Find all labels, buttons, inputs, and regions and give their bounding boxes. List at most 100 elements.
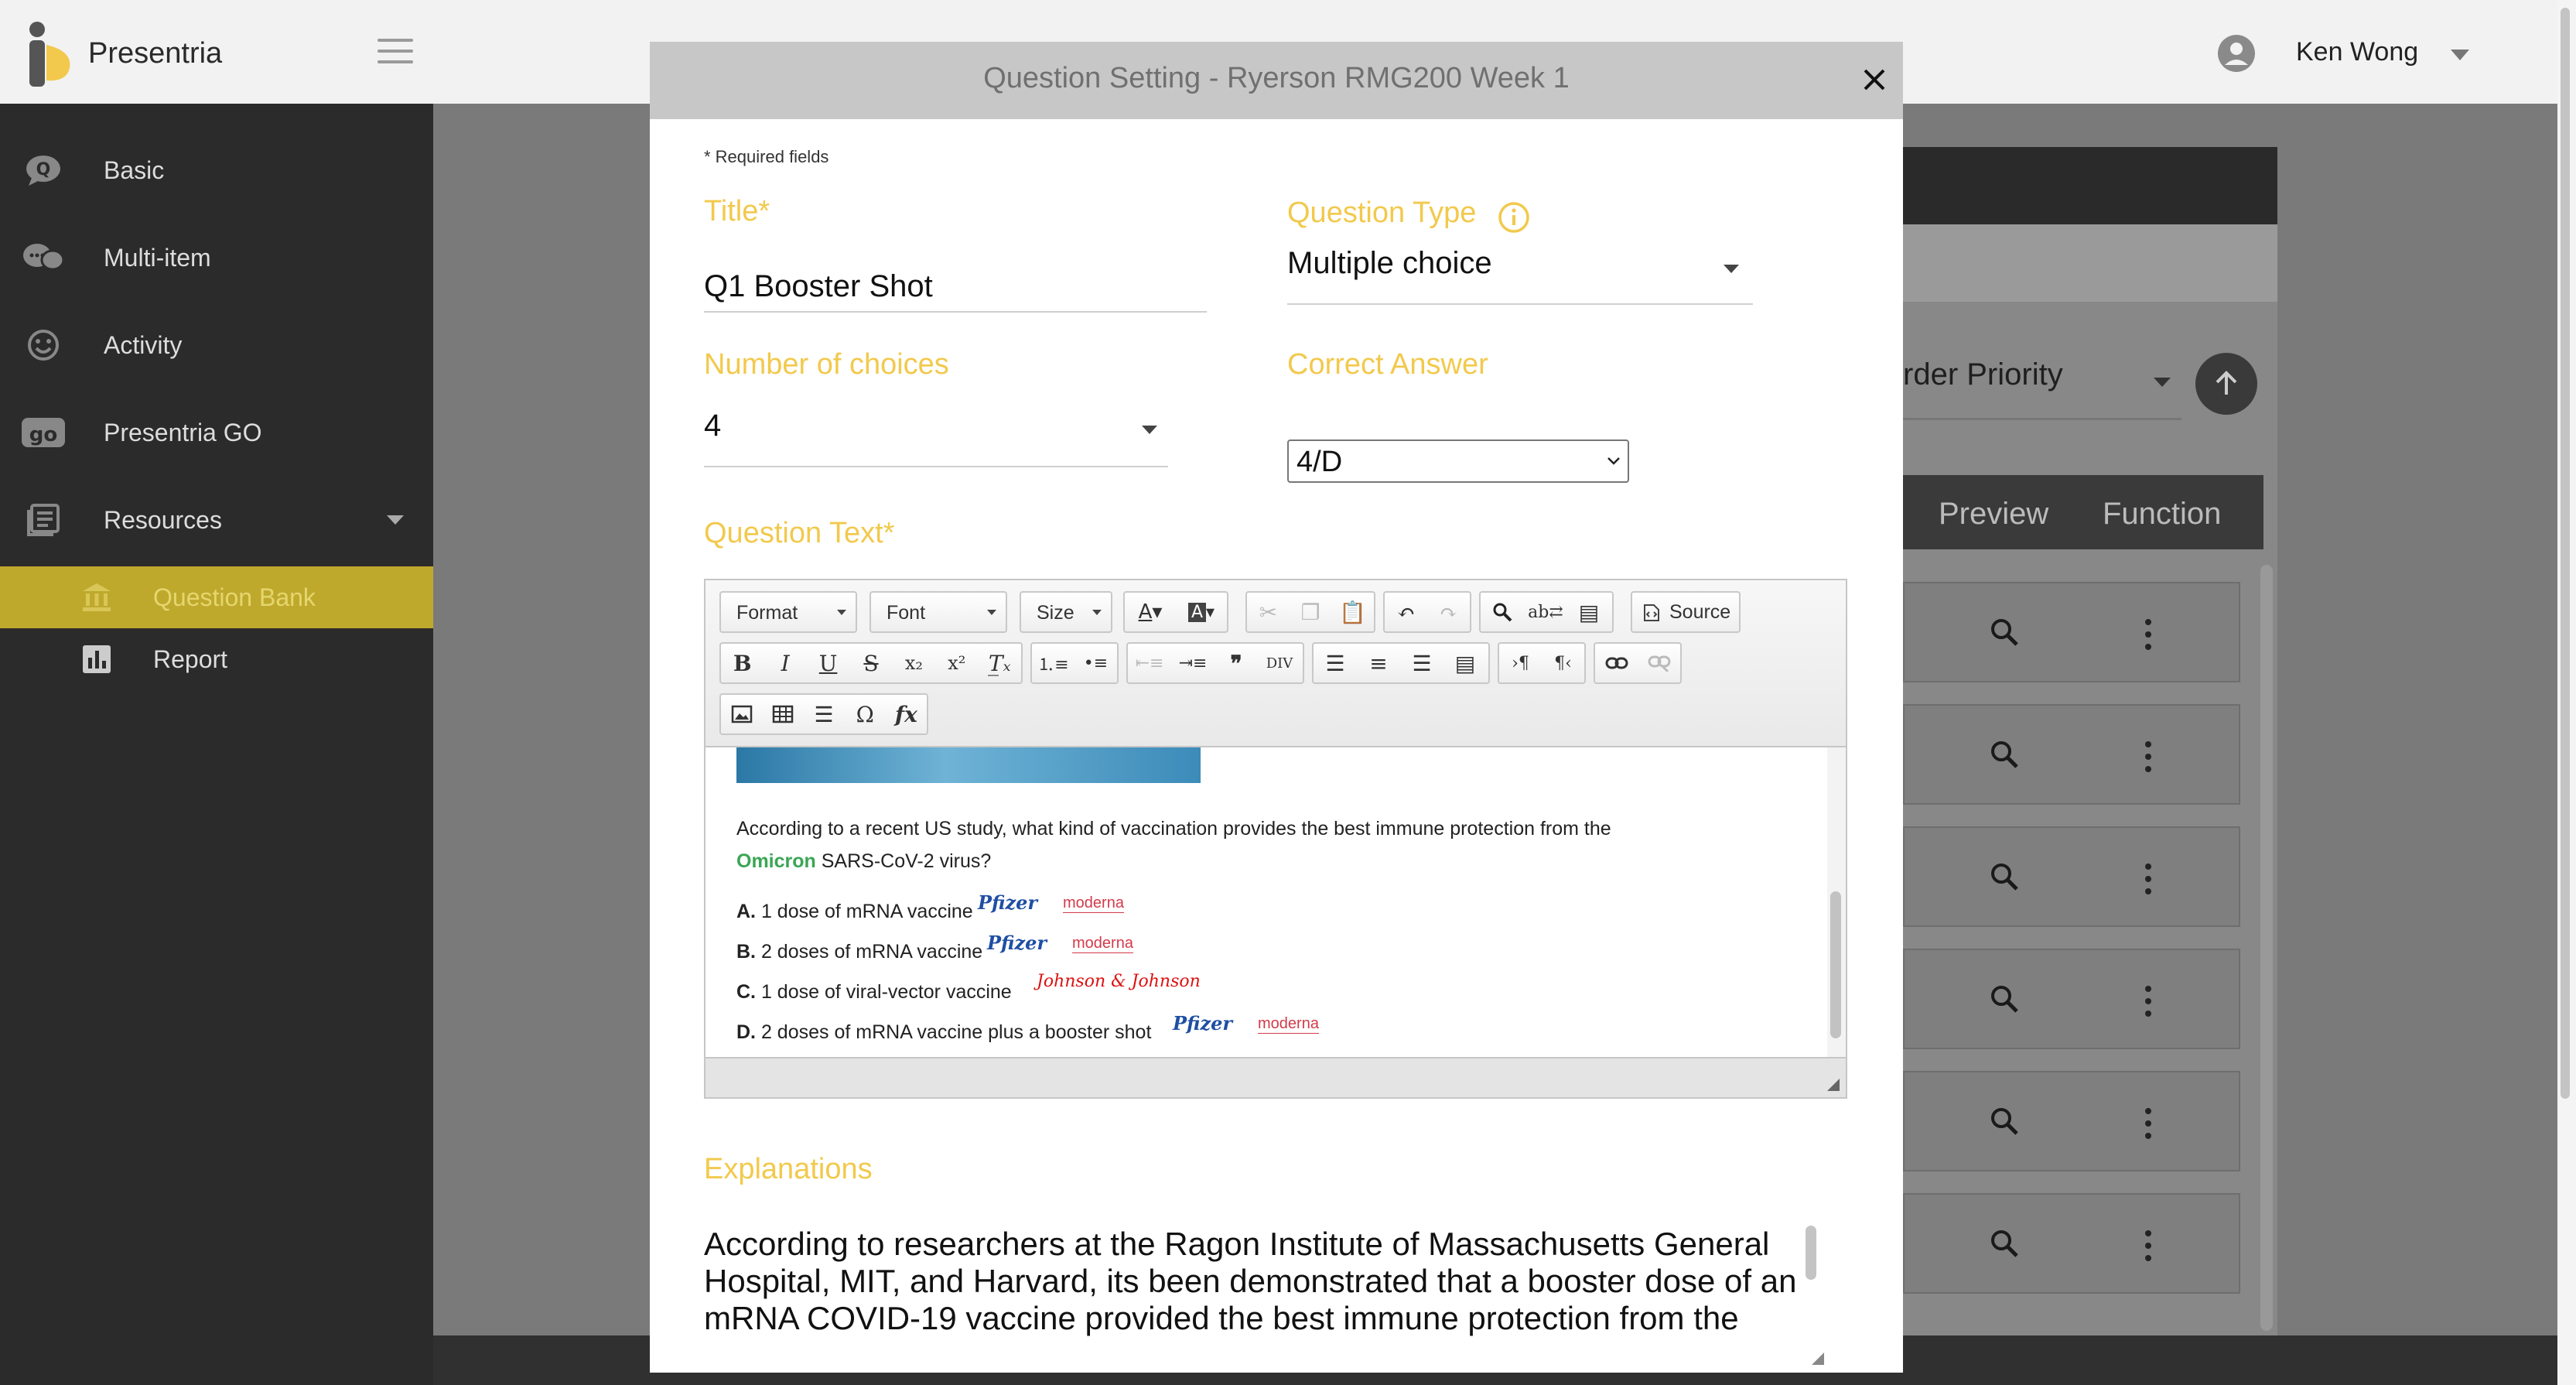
sidebar-item-label: Question Bank	[153, 583, 316, 611]
info-icon[interactable]	[1498, 201, 1530, 234]
list-scrollbar[interactable]	[2260, 565, 2273, 1331]
align-center-icon[interactable]: ≡	[1357, 644, 1400, 682]
search-icon[interactable]	[1990, 984, 2019, 1014]
underline-icon[interactable]: U	[807, 644, 849, 682]
choice-a: A. 1 dose of mRNA vaccine	[736, 901, 973, 923]
more-vertical-icon[interactable]	[2144, 741, 2152, 777]
sidebar-item-multi-item[interactable]: Multi-item	[0, 227, 433, 289]
remove-format-icon[interactable]: T̲ₓ	[979, 644, 1021, 682]
bulleted-list-icon[interactable]: •≡	[1074, 644, 1117, 682]
align-left-icon[interactable]: ☰	[1314, 644, 1357, 682]
more-vertical-icon[interactable]	[2144, 1108, 2152, 1144]
formula-icon[interactable]: fx	[886, 695, 927, 734]
search-icon[interactable]	[1990, 740, 2019, 769]
table-row	[1903, 582, 2240, 682]
question-text-label: Question Text*	[704, 517, 895, 549]
dialog-title: Question Setting - Ryerson RMG200 Week 1	[983, 62, 1570, 94]
sidebar-item-activity[interactable]: Activity	[0, 314, 433, 376]
size-dropdown[interactable]: Size	[1020, 591, 1112, 633]
pfizer-logo: Pfizer	[1173, 1012, 1233, 1034]
select-all-icon[interactable]: ▤	[1567, 593, 1611, 631]
link-group	[1594, 642, 1682, 684]
horizontal-rule-icon[interactable]: ☰	[803, 695, 844, 734]
editor-content[interactable]: According to a recent US study, what kin…	[705, 747, 1846, 1057]
sort-select[interactable]: rder Priority	[1903, 357, 2135, 392]
unlink-icon[interactable]	[1638, 644, 1680, 682]
superscript-icon[interactable]: x²	[935, 644, 978, 682]
more-vertical-icon[interactable]	[2144, 863, 2152, 899]
column-header-preview: Preview	[1939, 497, 2049, 531]
arrow-up-icon	[2216, 371, 2237, 395]
undo-icon[interactable]: ↶	[1385, 593, 1427, 631]
search-icon[interactable]	[1990, 862, 2019, 891]
sidebar-item-label: Report	[153, 645, 228, 673]
indent-icon[interactable]: ⇥≡	[1171, 644, 1215, 682]
correct-answer-select[interactable]: 4/D	[1287, 439, 1629, 483]
background-color-icon[interactable]: A ▾	[1176, 593, 1227, 631]
editor-scrollbar-thumb[interactable]	[1830, 891, 1841, 1038]
cut-icon[interactable]: ✂	[1247, 593, 1290, 631]
resize-handle-icon[interactable]	[1812, 1353, 1824, 1365]
strikethrough-icon[interactable]: S	[849, 644, 892, 682]
user-avatar-icon[interactable]	[2217, 34, 2256, 73]
user-name[interactable]: Ken Wong	[2296, 37, 2418, 67]
more-vertical-icon[interactable]	[2144, 986, 2152, 1021]
search-icon[interactable]	[1990, 1106, 2019, 1136]
resize-handle-icon[interactable]	[1827, 1079, 1840, 1091]
title-input[interactable]: Q1 Booster Shot	[704, 269, 933, 304]
blockquote-icon[interactable]: ❞	[1215, 644, 1258, 682]
rtl-icon[interactable]: ¶‹	[1542, 644, 1584, 682]
required-note: * Required fields	[704, 147, 829, 166]
format-dropdown[interactable]: Format	[719, 591, 857, 633]
chevron-down-icon	[1724, 265, 1739, 273]
div-container-icon[interactable]: DIV	[1258, 644, 1301, 682]
svg-text:Q: Q	[36, 160, 51, 180]
explanations-scrollbar-thumb[interactable]	[1806, 1226, 1816, 1280]
window-scrollbar-thumb[interactable]	[2561, 8, 2570, 1099]
image-icon[interactable]	[721, 695, 762, 734]
editor-toolbar: Format Font Size A ▾ A ▾ ✂ ❐ 📋 ↶ ↷ ab⇄ ▤…	[705, 580, 1846, 747]
subscript-icon[interactable]: x₂	[893, 644, 935, 682]
sidebar-item-basic[interactable]: Q Basic	[0, 139, 433, 201]
table-row	[1903, 949, 2240, 1049]
redo-icon[interactable]: ↷	[1427, 593, 1470, 631]
italic-icon[interactable]: I	[764, 644, 806, 682]
copy-icon[interactable]: ❐	[1290, 593, 1332, 631]
search-icon[interactable]	[1990, 1229, 2019, 1258]
search-icon[interactable]	[1990, 617, 2019, 647]
close-button[interactable]	[1853, 59, 1895, 101]
number-of-choices-select[interactable]: 4	[704, 409, 721, 443]
correct-answer-value: 4/D	[1297, 446, 1343, 478]
more-vertical-icon[interactable]	[2144, 1230, 2152, 1266]
sidebar-item-report[interactable]: Report	[0, 628, 433, 690]
outdent-icon[interactable]: ⇤≡	[1128, 644, 1171, 682]
user-menu-chevron-icon[interactable]	[2451, 50, 2469, 60]
text-color-icon[interactable]: A ▾	[1125, 593, 1176, 631]
more-vertical-icon[interactable]	[2144, 619, 2152, 655]
insert-group: ☰ Ω fx	[719, 693, 928, 735]
replace-icon[interactable]: ab⇄	[1524, 593, 1567, 631]
justify-icon[interactable]: ▤	[1443, 644, 1487, 682]
paste-icon[interactable]: 📋	[1331, 593, 1374, 631]
align-right-icon[interactable]: ☰	[1400, 644, 1443, 682]
source-button[interactable]: Source	[1631, 591, 1741, 633]
question-type-select[interactable]: Multiple choice	[1287, 246, 1492, 281]
sidebar-item-resources[interactable]: Resources	[0, 489, 433, 551]
sidebar-item-presentria-go[interactable]: go Presentria GO	[0, 402, 433, 463]
background-sub-bar	[1903, 224, 2277, 302]
sidebar-item-label: Basic	[104, 156, 165, 184]
explanations-textarea[interactable]: According to researchers at the Ragon In…	[704, 1226, 1833, 1337]
numbered-list-icon[interactable]: ⒈≡	[1032, 644, 1074, 682]
number-of-choices-label: Number of choices	[704, 348, 949, 381]
sort-direction-button[interactable]	[2195, 353, 2257, 415]
title-label: Title*	[704, 195, 770, 227]
table-icon[interactable]	[762, 695, 803, 734]
hamburger-menu-icon[interactable]	[378, 39, 413, 63]
sidebar-item-question-bank[interactable]: Question Bank	[0, 566, 433, 628]
special-char-icon[interactable]: Ω	[845, 695, 886, 734]
bold-icon[interactable]: B	[721, 644, 764, 682]
link-icon[interactable]	[1595, 644, 1638, 682]
ltr-icon[interactable]: ›¶	[1499, 644, 1542, 682]
find-icon[interactable]	[1481, 593, 1524, 631]
font-dropdown[interactable]: Font	[869, 591, 1007, 633]
